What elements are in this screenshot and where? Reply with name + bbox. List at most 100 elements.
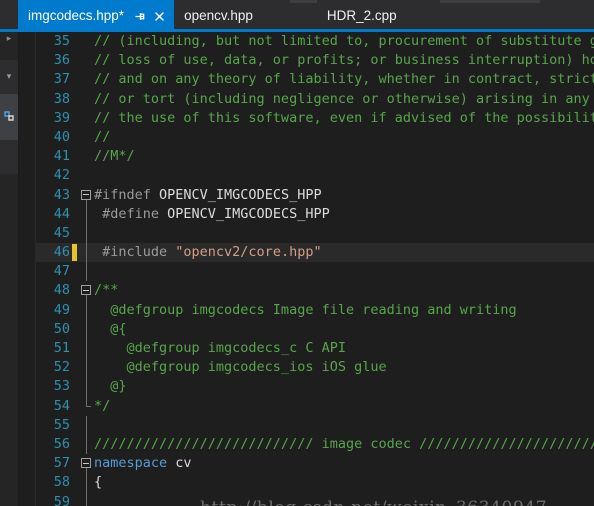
fold-column[interactable] xyxy=(80,51,94,70)
code-line[interactable]: 40 // xyxy=(36,128,594,147)
pin-icon[interactable] xyxy=(133,10,146,23)
code-text: @} xyxy=(94,377,127,396)
token-comment: @defgroup imgcodecs Image file reading a… xyxy=(94,301,517,318)
token-comment: @defgroup imgcodecs_c C API xyxy=(94,340,346,356)
fold-guide-line xyxy=(85,415,87,435)
fold-column[interactable] xyxy=(80,415,94,435)
code-line[interactable]: 37 // and on any theory of liability, whe… xyxy=(36,70,594,89)
code-line[interactable]: 55 xyxy=(36,415,594,435)
line-number: 53 xyxy=(53,378,70,395)
token-comment: // or tort (including negligence or othe… xyxy=(94,90,594,107)
code-line[interactable]: 38 // or tort (including negligence or ot… xyxy=(36,90,594,109)
code-line[interactable]: 57 namespace cv xyxy=(36,454,594,474)
fold-column[interactable] xyxy=(80,473,94,493)
fold-column[interactable] xyxy=(80,109,94,128)
code-line[interactable]: 56 /////////////////////////// image code… xyxy=(36,434,594,455)
token-comment: @defgroup imgcodecs_ios iOS glue xyxy=(94,359,387,376)
fold-column[interactable] xyxy=(80,262,94,282)
code-line[interactable]: 44 #define OPENCV_IMGCODECS_HPP xyxy=(36,204,594,224)
editor-body: ▸ ▾ 35 // (including, but not limited to,… xyxy=(0,32,594,506)
code-line[interactable]: 42 xyxy=(36,166,594,185)
chevron-down-icon[interactable]: ▾ xyxy=(2,72,16,82)
fold-collapse-icon[interactable] xyxy=(81,285,91,296)
fold-column[interactable] xyxy=(80,396,94,416)
fold-column[interactable] xyxy=(80,204,94,224)
fold-column[interactable] xyxy=(80,32,94,51)
line-number: 45 xyxy=(53,224,70,241)
code-line[interactable]: 43 #ifndef OPENCV_IMGCODECS_HPP xyxy=(36,186,594,205)
fold-column[interactable] xyxy=(80,434,94,455)
line-number: 44 xyxy=(53,205,70,222)
code-line[interactable]: 48 /** xyxy=(36,281,594,301)
code-line[interactable]: 41 //M*/ xyxy=(36,147,594,166)
code-line[interactable]: 47 xyxy=(36,262,594,282)
code-editor[interactable]: 35 // (including, but not limited to, pro… xyxy=(36,32,594,506)
change-marker xyxy=(72,244,77,262)
tab-hdr-2-cpp[interactable]: HDR_2.cpp xyxy=(316,0,405,32)
chevron-right-icon[interactable]: ▸ xyxy=(2,34,16,44)
fold-guide-line xyxy=(85,492,87,506)
fold-column[interactable] xyxy=(80,128,94,147)
code-text: @{ xyxy=(94,320,126,339)
fold-guide-line xyxy=(85,339,87,359)
fold-column[interactable] xyxy=(80,243,94,263)
code-line[interactable]: 51 @defgroup imgcodecs_c C API xyxy=(36,339,594,359)
token-ident: OPENCV_IMGCODECS_HPP xyxy=(167,205,330,222)
code-line[interactable]: 52 @defgroup imgcodecs_ios iOS glue xyxy=(36,358,594,378)
code-line[interactable]: 53 @} xyxy=(36,377,594,397)
token-string: "opencv2/core.hpp" xyxy=(175,244,322,261)
fold-column[interactable] xyxy=(80,147,94,166)
code-text: @defgroup imgcodecs_ios iOS glue xyxy=(94,358,387,377)
fold-guide-line xyxy=(85,377,87,397)
code-line[interactable]: 45 xyxy=(36,223,594,244)
code-lines-container[interactable]: 35 // (including, but not limited to, pro… xyxy=(36,32,594,506)
close-icon[interactable] xyxy=(153,10,166,23)
fold-collapse-icon[interactable] xyxy=(81,189,91,200)
tab-imgcodecs-hpp[interactable]: imgcodecs.hpp* xyxy=(18,0,175,32)
fold-column[interactable] xyxy=(80,339,94,359)
code-text: // xyxy=(94,128,110,147)
code-line[interactable]: 58 { xyxy=(36,473,594,493)
token-comment: //M*/ xyxy=(94,148,135,165)
code-text: namespace cv xyxy=(94,454,192,473)
fold-column[interactable] xyxy=(80,281,94,301)
tab-bar-left-padding xyxy=(0,0,18,32)
fold-column[interactable] xyxy=(80,454,94,474)
code-line[interactable]: 59 xyxy=(36,492,594,506)
line-number: 55 xyxy=(53,416,70,433)
line-number: 52 xyxy=(53,359,70,376)
line-number: 49 xyxy=(53,301,70,318)
tab-opencv-hpp[interactable]: opencv.hpp xyxy=(174,0,261,32)
tab-label: opencv.hpp xyxy=(184,8,253,23)
code-line[interactable]: 39 // the use of this software, even if a… xyxy=(36,109,594,128)
code-text: // and on any theory of liability, wheth… xyxy=(94,70,594,89)
fold-column[interactable] xyxy=(80,70,94,89)
dock-tab-3[interactable] xyxy=(0,140,18,174)
fold-column[interactable] xyxy=(80,90,94,109)
code-line[interactable]: 36 // loss of use, data, or profits; or b… xyxy=(36,51,594,70)
code-text: // (including, but not limited to, procu… xyxy=(94,32,594,51)
toolbox-icon[interactable] xyxy=(2,108,16,122)
fold-column[interactable] xyxy=(80,319,94,339)
code-line[interactable]: 46 #include "opencv2/core.hpp" xyxy=(36,243,594,263)
code-text: // loss of use, data, or profits; or bus… xyxy=(94,51,594,70)
fold-column[interactable] xyxy=(80,166,94,185)
code-line[interactable]: 50 @{ xyxy=(36,319,594,339)
fold-column[interactable] xyxy=(80,186,94,205)
fold-guide-line xyxy=(85,319,87,339)
line-number: 35 xyxy=(53,33,70,49)
fold-collapse-icon[interactable] xyxy=(81,458,91,469)
fold-column[interactable] xyxy=(80,377,94,397)
fold-column[interactable] xyxy=(80,300,94,320)
code-line[interactable]: 54 */ xyxy=(36,396,594,416)
fold-column[interactable] xyxy=(80,358,94,378)
code-line[interactable]: 49 @defgroup imgcodecs Image file readin… xyxy=(36,300,594,320)
tab-bar-gap xyxy=(260,0,317,32)
code-line[interactable]: 35 // (including, but not limited to, pro… xyxy=(36,32,594,51)
fold-guide-line xyxy=(85,473,87,493)
fold-column[interactable] xyxy=(80,492,94,506)
token-comment: @} xyxy=(94,378,127,395)
line-number: 41 xyxy=(53,148,70,165)
left-dock-strip[interactable]: ▸ ▾ xyxy=(0,32,19,506)
fold-column[interactable] xyxy=(80,223,94,244)
